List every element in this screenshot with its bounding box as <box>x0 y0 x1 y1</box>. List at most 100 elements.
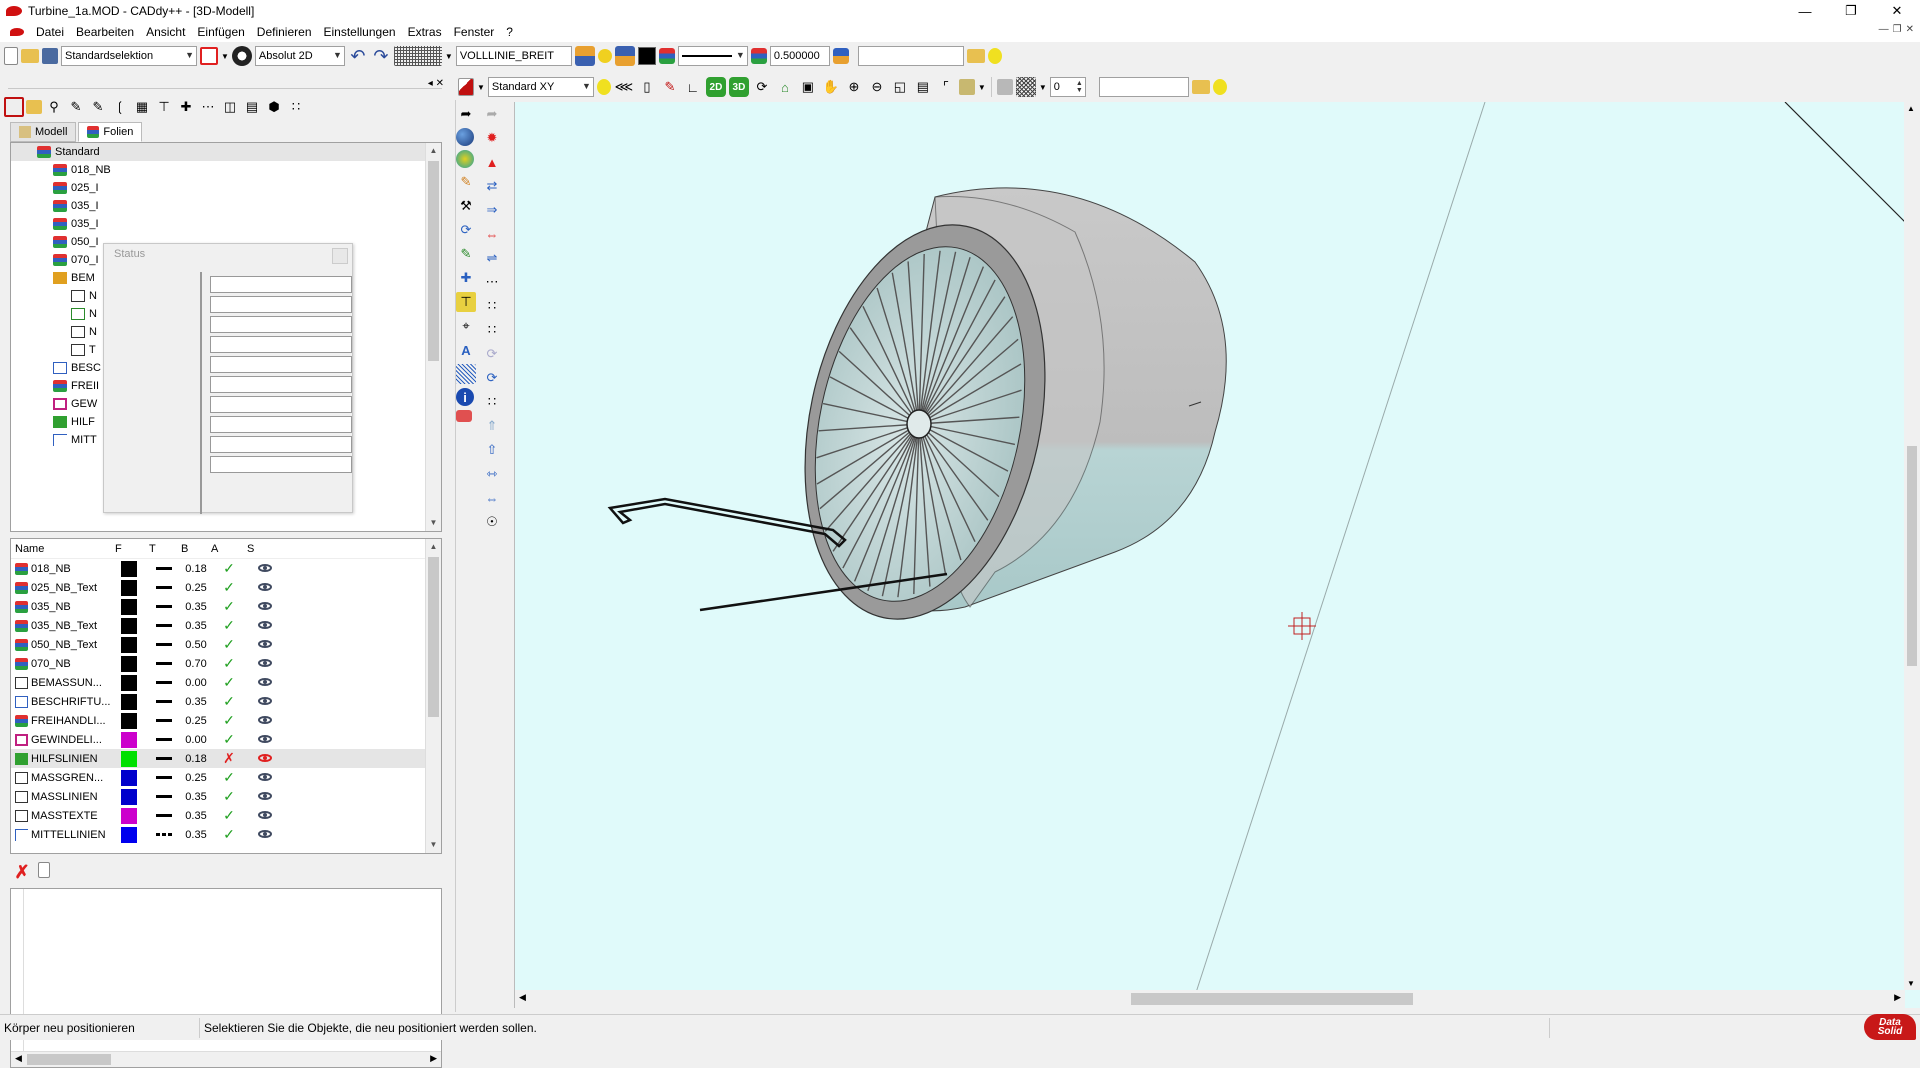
color-swatch[interactable] <box>121 617 137 634</box>
layer-color-cell[interactable] <box>111 826 147 843</box>
search-icon[interactable]: ⚲ <box>44 97 64 117</box>
menu-einstellungen[interactable]: Einstellungen <box>318 25 402 39</box>
join-icon[interactable]: ⇔ <box>482 488 502 508</box>
aux-lines-icon[interactable]: ❲ <box>110 97 130 117</box>
rotate-copy-icon[interactable]: ⟳ <box>482 344 502 364</box>
layer-color-cell[interactable] <box>111 750 147 767</box>
home-view-icon[interactable]: ⌂ <box>775 77 795 97</box>
layer-visibility-cell[interactable] <box>247 810 283 822</box>
layer-visibility-cell[interactable] <box>247 772 283 784</box>
folder-layers-icon[interactable] <box>966 49 985 63</box>
draw-line-icon[interactable]: ✎ <box>456 244 476 264</box>
status-field[interactable] <box>210 376 352 393</box>
checkmark-icon[interactable]: ✓ <box>211 579 247 596</box>
menu-ansicht[interactable]: Ansicht <box>140 25 191 39</box>
status-field[interactable] <box>210 456 352 473</box>
select-arrow-icon[interactable]: ➦ <box>456 104 476 124</box>
move-arrows-icon[interactable]: ⇄ <box>482 176 502 196</box>
status-field[interactable] <box>210 276 352 293</box>
mdi-minimize-button[interactable]: — <box>1879 24 1889 35</box>
open-folder-icon[interactable] <box>21 49 39 63</box>
hatch-tool-icon[interactable] <box>456 364 476 384</box>
layer-row[interactable]: 050_NB_Text 0.50 ✓ <box>11 635 441 654</box>
scroll-left-icon[interactable]: ◀ <box>15 1053 22 1064</box>
select-disabled-icon[interactable]: ➦ <box>482 104 502 124</box>
layer-visibility-cell[interactable] <box>247 563 283 575</box>
layer-color-cell[interactable] <box>111 693 147 710</box>
layer-row[interactable]: 035_NB_Text 0.35 ✓ <box>11 616 441 635</box>
status-field[interactable] <box>210 416 352 433</box>
layer-linetype-cell[interactable] <box>147 700 181 703</box>
scroll-thumb[interactable] <box>1907 446 1917 666</box>
tree-scrollbar[interactable]: ▲ ▼ <box>425 143 441 531</box>
hatch-icon[interactable]: ▤ <box>242 97 262 117</box>
tab-folien[interactable]: Folien <box>78 122 143 142</box>
layer-stack-icon[interactable] <box>658 48 675 64</box>
layer-linetype-cell[interactable] <box>147 567 181 570</box>
menu-datei[interactable]: Datei <box>30 25 70 39</box>
color-swatch[interactable] <box>121 579 137 596</box>
eraser-icon[interactable] <box>456 410 472 422</box>
layer-row[interactable]: MITTELLINIEN 0.35 ✓ <box>11 825 441 844</box>
layer-stack-icon[interactable] <box>614 46 635 66</box>
close-button[interactable]: ✕ <box>1874 0 1920 22</box>
copy-layer-icon[interactable] <box>38 862 50 878</box>
color-swatch[interactable] <box>121 655 137 672</box>
orbit-icon[interactable]: ⟳ <box>752 77 772 97</box>
delete-layer-icon[interactable]: ✗ <box>12 862 32 882</box>
checkmark-icon[interactable]: ✓ <box>211 655 247 672</box>
zoom-out-icon[interactable]: ⊖ <box>867 77 887 97</box>
zoom-window-icon[interactable]: ▣ <box>798 77 818 97</box>
dimension-tool-icon[interactable]: ⊤ <box>456 292 476 312</box>
checkmark-icon[interactable]: ✓ <box>211 712 247 729</box>
coord-system-icon[interactable] <box>231 46 252 66</box>
column-header-name[interactable]: Name <box>11 543 111 555</box>
layer-color-cell[interactable] <box>111 788 147 805</box>
info-scrollbar[interactable]: ◀ ▶ <box>11 1051 441 1067</box>
zoom-in-icon[interactable]: ⊕ <box>844 77 864 97</box>
stretch-icon[interactable]: ⇌ <box>482 248 502 268</box>
layer-linetype-cell[interactable] <box>147 624 181 627</box>
center-cross-icon[interactable]: ✚ <box>456 268 476 288</box>
checkmark-icon[interactable]: ✓ <box>211 636 247 653</box>
layer-row[interactable]: HILFSLINIEN 0.18 ✗ <box>11 749 441 768</box>
checkmark-icon[interactable]: ✓ <box>211 769 247 786</box>
layer-color-cell[interactable] <box>111 769 147 786</box>
layer-visibility-cell[interactable] <box>247 791 283 803</box>
status-popup-close-button[interactable] <box>332 248 348 264</box>
layer-width-cell[interactable]: 0.25 <box>181 772 211 784</box>
layer-linetype-cell[interactable] <box>147 833 181 836</box>
layer-width-cell[interactable]: 0.50 <box>181 639 211 651</box>
layer-linetype-cell[interactable] <box>147 757 181 760</box>
color-swatch[interactable] <box>121 769 137 786</box>
zoom-all-icon[interactable]: ◱ <box>890 77 910 97</box>
layer-linetype-cell[interactable] <box>147 814 181 817</box>
rotate-object-icon[interactable] <box>456 150 474 168</box>
selection-color-icon[interactable] <box>200 47 218 65</box>
scroll-left-icon[interactable]: ◀ <box>519 992 526 1003</box>
chevron-down-icon[interactable]: ▼ <box>978 83 986 92</box>
table-icon[interactable]: ▦ <box>132 97 152 117</box>
layer-color-cell[interactable] <box>111 617 147 634</box>
spin-arrows-icon[interactable]: ▲ ▼ <box>1076 80 1083 94</box>
section-icon[interactable]: ⌜ <box>936 77 956 97</box>
layer-linetype-cell[interactable] <box>147 605 181 608</box>
wireframe-icon[interactable]: ▯ <box>637 77 657 97</box>
column-header-visible[interactable]: S <box>247 543 283 555</box>
tree-item[interactable]: 025_I <box>11 179 441 197</box>
mdi-restore-button[interactable]: ❐ <box>1893 24 1902 35</box>
chevron-down-icon[interactable]: ▼ <box>221 52 229 61</box>
grid-dots-icon[interactable]: ∷ <box>286 97 306 117</box>
layer-width-cell[interactable]: 0.35 <box>181 791 211 803</box>
layer-visibility-cell[interactable] <box>247 829 283 841</box>
transform-icon[interactable]: ⚒ <box>456 196 476 216</box>
column-header-width[interactable]: B <box>181 543 211 555</box>
viewport-hscroll[interactable]: ◀ ▶ <box>515 990 1905 1008</box>
layer-linetype-cell[interactable] <box>147 738 181 741</box>
layer-row[interactable]: BEMASSUN... 0.00 ✓ <box>11 673 441 692</box>
color-swatch[interactable] <box>637 47 656 65</box>
bulb-icon[interactable] <box>987 48 1002 64</box>
folder-icon[interactable] <box>26 100 42 114</box>
layer-color-cell[interactable] <box>111 731 147 748</box>
pencil-icon[interactable]: ✎ <box>456 172 476 192</box>
